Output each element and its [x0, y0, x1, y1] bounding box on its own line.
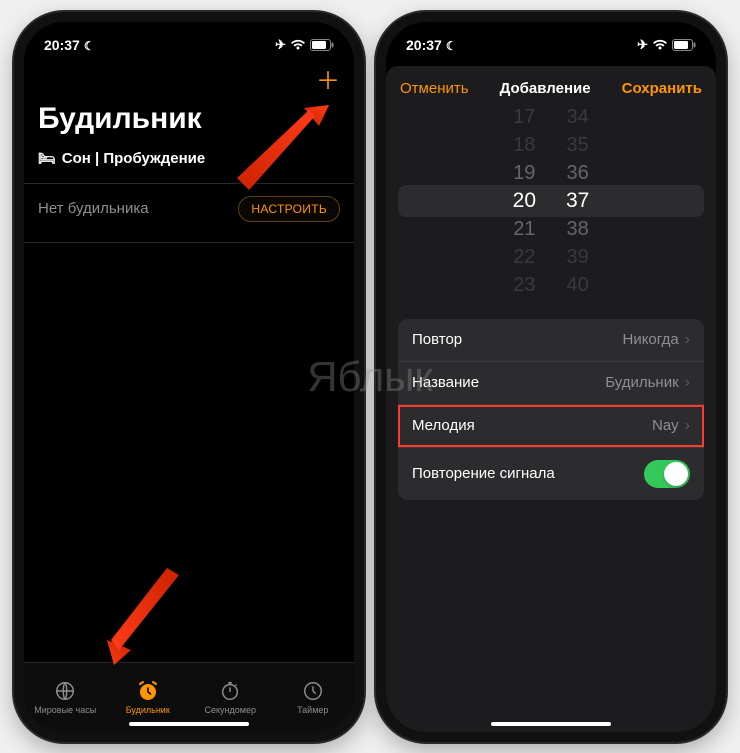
add-alarm-button[interactable]: ＋ [316, 68, 340, 95]
home-indicator[interactable] [129, 722, 249, 726]
option-sound[interactable]: Мелодия Nay › [398, 405, 704, 448]
save-button[interactable]: Сохранить [622, 80, 702, 97]
notch [476, 22, 626, 48]
globe-icon [54, 679, 76, 703]
alarm-clock-icon [136, 679, 160, 703]
tab-label: Секундомер [205, 705, 256, 715]
status-time: 20:37 [406, 37, 442, 53]
tab-label: Таймер [297, 705, 328, 715]
bed-icon [38, 150, 56, 167]
airplane-icon [275, 36, 286, 53]
tab-label: Будильник [126, 705, 170, 715]
option-value: Будильник [605, 374, 678, 391]
picker-minutes[interactable]: 34 35 36 37 38 39 40 [566, 103, 589, 299]
snooze-toggle[interactable] [644, 460, 690, 488]
annotation-arrow [219, 100, 339, 220]
status-time: 20:37 [44, 37, 80, 53]
time-picker[interactable]: 17 18 19 20 21 22 23 34 35 36 37 38 39 4… [386, 111, 716, 291]
home-indicator[interactable] [491, 722, 611, 726]
option-label: Повторение сигнала [412, 465, 555, 482]
notch [114, 22, 264, 48]
option-name[interactable]: Название Будильник › [398, 362, 704, 405]
wifi-icon [290, 39, 306, 51]
option-value: Nay [652, 417, 679, 434]
options-list: Повтор Никогда › Название Будильник › Ме… [398, 319, 704, 500]
option-label: Название [412, 374, 479, 391]
modal-title: Добавление [500, 80, 591, 97]
phone-left: 20:37 ＋ Будильник Сон | Пробуждение [14, 12, 364, 742]
option-snooze: Повторение сигнала [398, 448, 704, 500]
tab-world-clock[interactable]: Мировые часы [24, 663, 107, 732]
option-repeat[interactable]: Повтор Никогда › [398, 319, 704, 362]
divider [24, 242, 354, 243]
option-label: Повтор [412, 331, 462, 348]
tab-timer[interactable]: Таймер [272, 663, 355, 732]
dnd-moon-icon [84, 37, 95, 53]
no-alarm-text: Нет будильника [38, 200, 149, 217]
chevron-right-icon: › [685, 374, 690, 392]
option-label: Мелодия [412, 417, 475, 434]
battery-icon [310, 39, 334, 51]
dnd-moon-icon [446, 37, 457, 53]
phone-right: 20:37 Отменить Добавление Сохранить 17 [376, 12, 726, 742]
cancel-button[interactable]: Отменить [400, 80, 469, 97]
stopwatch-icon [219, 679, 241, 703]
option-value: Никогда [622, 331, 678, 348]
annotation-arrow [79, 560, 189, 670]
airplane-icon [637, 36, 648, 53]
timer-icon [302, 679, 324, 703]
wifi-icon [652, 39, 668, 51]
chevron-right-icon: › [685, 417, 690, 435]
sleep-subtitle: Сон | Пробуждение [62, 150, 205, 167]
tab-label: Мировые часы [34, 705, 96, 715]
battery-icon [672, 39, 696, 51]
chevron-right-icon: › [685, 331, 690, 349]
picker-hours[interactable]: 17 18 19 20 21 22 23 [513, 103, 536, 299]
